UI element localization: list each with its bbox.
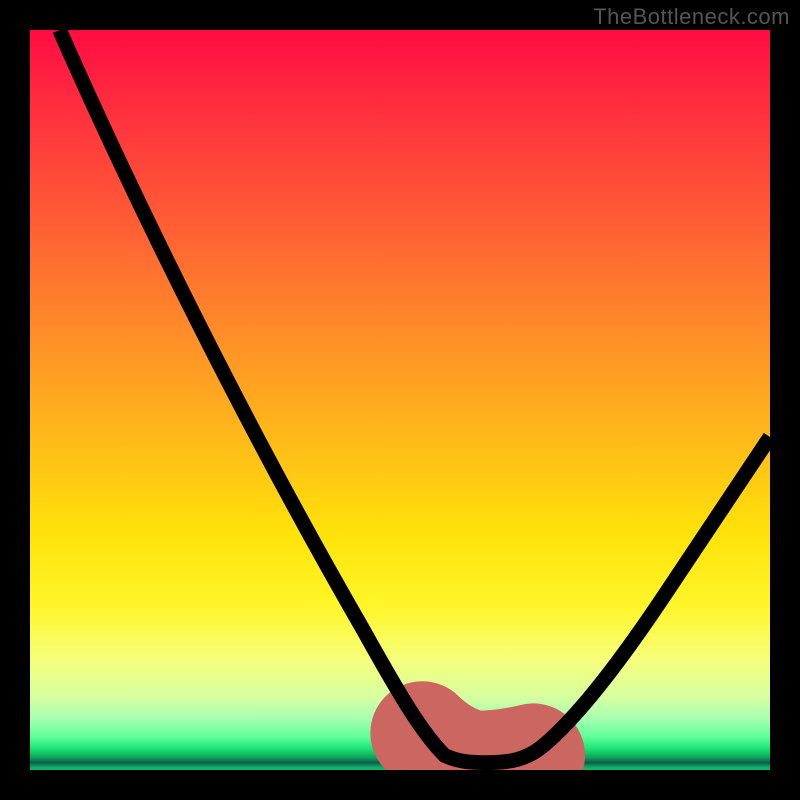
curve-layer: [30, 30, 770, 770]
watermark-text: TheBottleneck.com: [593, 4, 790, 30]
bottleneck-curve: [60, 30, 770, 763]
chart-frame: TheBottleneck.com: [0, 0, 800, 800]
plot-area: [30, 30, 770, 770]
